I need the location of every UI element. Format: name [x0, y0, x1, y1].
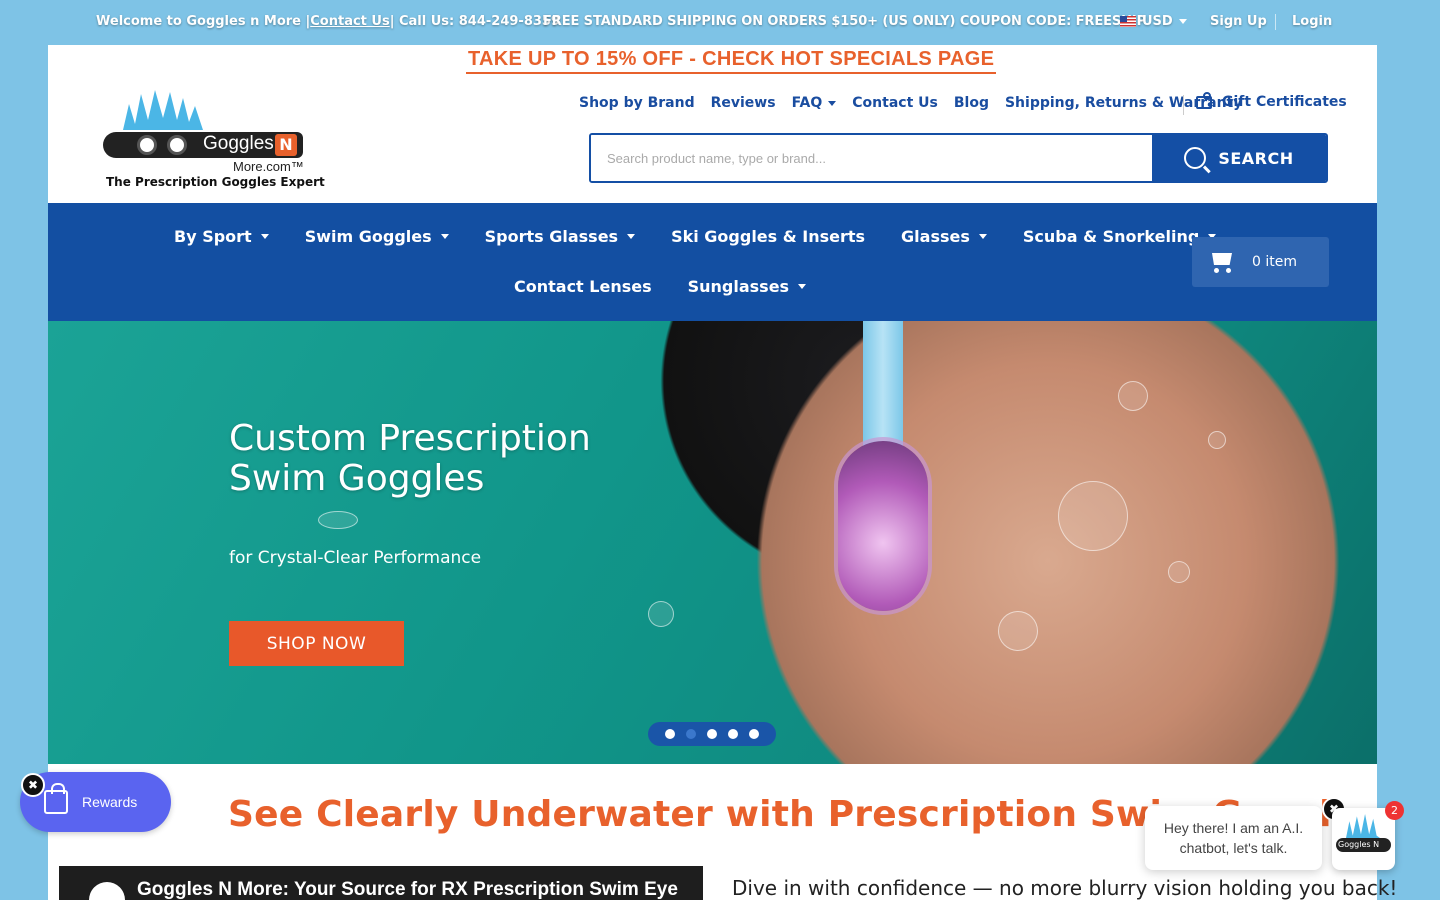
goggle-lens-image — [838, 441, 928, 611]
search-button-label: SEARCH — [1218, 148, 1294, 168]
carousel-dot[interactable] — [686, 729, 696, 739]
search-bar: SEARCH — [589, 133, 1328, 183]
hero-subtitle: for Crystal-Clear Performance — [229, 548, 482, 568]
shipping-banner: FREE STANDARD SHIPPING ON ORDERS $150+ (… — [543, 14, 1147, 29]
divider — [1183, 95, 1184, 115]
cart-button[interactable]: 0 item — [1192, 237, 1329, 287]
rewards-label: Rewards — [82, 794, 138, 810]
notification-badge: 2 — [1385, 801, 1404, 820]
bubble-decoration — [1118, 381, 1148, 411]
bubble-decoration — [318, 511, 358, 529]
bubble-decoration — [1168, 561, 1190, 583]
chat-logo-text: Goggles N — [1338, 840, 1380, 849]
nav-sunglasses[interactable]: Sunglasses — [688, 277, 807, 296]
cart-icon — [1208, 251, 1234, 273]
carousel-dot[interactable] — [749, 729, 759, 739]
chevron-down-icon — [828, 100, 837, 106]
logo-lens-icon — [137, 135, 157, 155]
welcome-text: Welcome to Goggles n More |Contact Us| C… — [96, 14, 560, 29]
nav-sports-glasses[interactable]: Sports Glasses — [485, 227, 636, 246]
divider — [1275, 14, 1276, 30]
bubble-decoration — [1058, 481, 1128, 551]
logo-brand-text: Goggles — [203, 133, 274, 154]
currency-selector[interactable]: USD — [1120, 14, 1187, 29]
nav-contact-us[interactable]: Contact Us — [852, 95, 938, 111]
channel-avatar — [89, 882, 125, 900]
logo-n-badge: N — [275, 134, 297, 156]
sign-up-link[interactable]: Sign Up — [1210, 14, 1267, 29]
main-nav-row: By Sport Swim Goggles Sports Glasses Ski… — [174, 227, 1217, 246]
hero-banner[interactable]: Custom Prescription Swim Goggles for Cry… — [48, 321, 1377, 764]
login-link[interactable]: Login — [1292, 14, 1332, 29]
gift-label: Gift Certificates — [1222, 94, 1347, 110]
main-nav-row: Contact Lenses Sunglasses — [514, 277, 807, 296]
carousel-dot[interactable] — [665, 729, 675, 739]
carousel-dot[interactable] — [707, 729, 717, 739]
currency-label: USD — [1142, 14, 1173, 29]
logo-lens-icon — [167, 135, 187, 155]
section-body-text: Dive in with confidence — no more blurry… — [732, 876, 1398, 900]
search-icon — [1184, 147, 1207, 169]
search-input[interactable] — [591, 135, 1152, 181]
bubble-decoration — [1208, 431, 1226, 449]
shop-now-button[interactable]: SHOP NOW — [229, 621, 404, 666]
chevron-down-icon — [627, 234, 636, 239]
hero-title: Custom Prescription Swim Goggles — [229, 418, 591, 499]
carousel-dots — [648, 722, 776, 746]
video-title: Goggles N More: Your Source for RX Presc… — [137, 879, 678, 900]
logo-tagline: The Prescription Goggles Expert — [106, 175, 325, 189]
chevron-down-icon — [440, 234, 449, 239]
nav-scuba-snorkeling[interactable]: Scuba & Snorkeling — [1023, 227, 1217, 246]
nav-contact-lenses[interactable]: Contact Lenses — [514, 277, 652, 296]
header-nav: Shop by Brand Reviews FAQ Contact Us Blo… — [579, 95, 1242, 111]
phone-text: | Call Us: 844-249-8359 — [389, 14, 561, 29]
carousel-dot[interactable] — [728, 729, 738, 739]
nav-by-sport[interactable]: By Sport — [174, 227, 269, 246]
bubble-decoration — [998, 611, 1038, 651]
nav-blog[interactable]: Blog — [954, 95, 989, 111]
goggle-strap-image — [863, 321, 903, 446]
search-button[interactable]: SEARCH — [1152, 135, 1326, 181]
nav-shop-by-brand[interactable]: Shop by Brand — [579, 95, 695, 111]
shopping-bag-icon — [44, 783, 68, 814]
main-nav: By Sport Swim Goggles Sports Glasses Ski… — [48, 203, 1377, 321]
bubble-decoration — [648, 601, 674, 627]
gift-icon — [1196, 91, 1212, 109]
contact-us-link[interactable]: Contact Us — [310, 14, 389, 29]
logo-hair-icon — [123, 90, 203, 130]
nav-glasses[interactable]: Glasses — [901, 227, 987, 246]
chevron-down-icon — [260, 234, 269, 239]
logo-more-text: More.com™ — [233, 159, 304, 174]
chevron-down-icon — [798, 284, 807, 289]
welcome-label: Welcome to Goggles n More | — [96, 14, 311, 29]
nav-swim-goggles[interactable]: Swim Goggles — [305, 227, 449, 246]
nav-faq[interactable]: FAQ — [792, 95, 837, 111]
cart-count: 0 item — [1252, 254, 1297, 270]
chevron-down-icon — [978, 234, 987, 239]
promo-link[interactable]: TAKE UP TO 15% OFF - CHECK HOT SPECIALS … — [466, 48, 997, 74]
header: TAKE UP TO 15% OFF - CHECK HOT SPECIALS … — [48, 45, 1377, 203]
us-flag-icon — [1120, 16, 1136, 27]
site-logo[interactable]: Goggles N More.com™ The Prescription Gog… — [103, 90, 325, 190]
close-icon[interactable]: ✖ — [21, 773, 45, 797]
top-bar: Welcome to Goggles n More |Contact Us| C… — [0, 0, 1440, 45]
logo-hair-icon — [1346, 814, 1380, 838]
nav-reviews[interactable]: Reviews — [711, 95, 776, 111]
chevron-down-icon — [1178, 19, 1187, 24]
chat-bubble[interactable]: Hey there! I am an A.I. chatbot, let's t… — [1145, 806, 1322, 870]
gift-certificates-link[interactable]: Gift Certificates — [1196, 91, 1347, 110]
video-embed[interactable]: Goggles N More: Your Source for RX Presc… — [59, 866, 703, 900]
nav-ski-goggles[interactable]: Ski Goggles & Inserts — [671, 227, 865, 246]
chatbot-launcher[interactable]: Goggles N — [1332, 808, 1395, 870]
